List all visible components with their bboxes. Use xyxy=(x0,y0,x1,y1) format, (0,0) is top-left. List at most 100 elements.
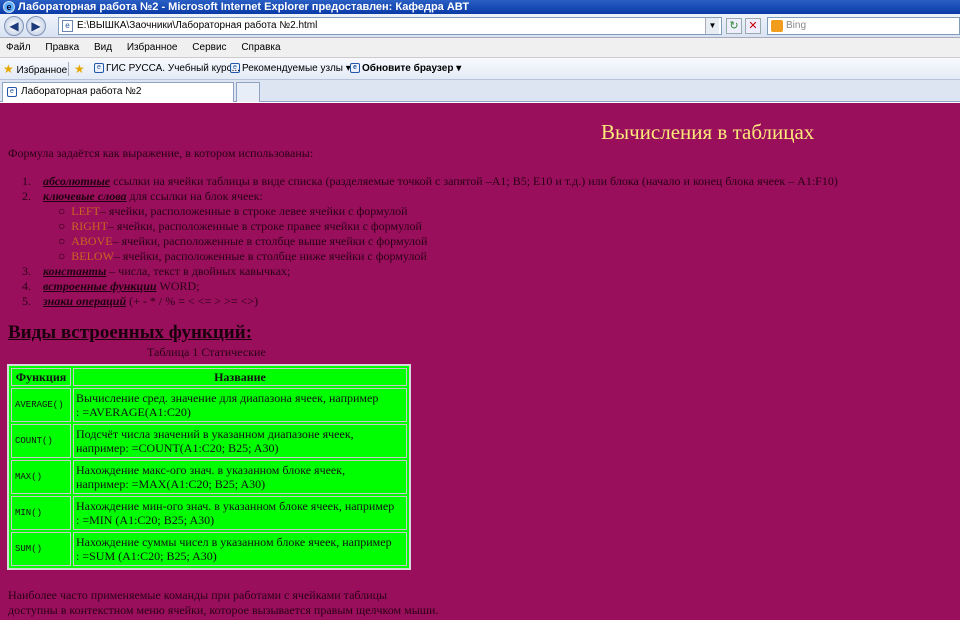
description-line: Нахождение мин-ого знач. в указанном бло… xyxy=(76,499,395,513)
table-row: COUNT() Подсчёт числа значений в указанн… xyxy=(11,424,407,458)
favorites-button[interactable]: ★ Избранное xyxy=(3,58,67,82)
refresh-icon[interactable]: ↻ xyxy=(726,18,742,34)
list-item: 1. абсолютные ссылки на ячейки таблицы в… xyxy=(22,174,838,189)
list-text: WORD; xyxy=(156,279,200,293)
table-row: MAX() Нахождение макс-ого знач. в указан… xyxy=(11,460,407,494)
description-cell: Подсчёт числа значений в указанном диапа… xyxy=(73,424,407,458)
menu-help[interactable]: Справка xyxy=(241,42,280,53)
chevron-down-icon: ▾ xyxy=(456,63,462,74)
list-number: 1. xyxy=(22,174,31,188)
description-line: Нахождение макс-ого знач. в указанном бл… xyxy=(76,463,346,477)
keyword: RIGHT xyxy=(71,219,108,233)
table-row: MIN() Нахождение мин-ого знач. в указанн… xyxy=(11,496,407,530)
address-toolbar: ◀ ▶ e E:\ВЫШКА\Заочники\Лабораторная раб… xyxy=(0,14,960,38)
description-line: Подсчёт числа значений в указанном диапа… xyxy=(76,427,354,441)
list-term: константы xyxy=(43,264,107,278)
description-line: Нахождение суммы чисел в указанном блоке… xyxy=(76,535,392,549)
keyword-text: – ячейки, расположенные в столбце выше я… xyxy=(112,234,428,248)
keyword-item: ○ BELOW– ячейки, расположенные в столбце… xyxy=(58,249,427,264)
function-cell: MIN() xyxy=(11,496,71,530)
bullet: ○ xyxy=(58,204,66,218)
divider xyxy=(68,62,69,76)
section-title: Виды встроенных функций: xyxy=(8,322,253,343)
description-cell: Нахождение мин-ого знач. в указанном бло… xyxy=(73,496,407,530)
stop-icon[interactable]: ✕ xyxy=(745,18,761,34)
table-row: SUM() Нахождение суммы чисел в указанном… xyxy=(11,532,407,566)
description-line: например: =COUNT(A1:C20; B25; A30) xyxy=(76,441,279,455)
description-cell: Нахождение суммы чисел в указанном блоке… xyxy=(73,532,407,566)
function-cell: AVERAGE() xyxy=(11,388,71,422)
description-line: : =MIN (A1:C20; B25; A30) xyxy=(76,513,215,527)
list-item: 3. константы – числа, текст в двойных ка… xyxy=(22,264,290,279)
function-cell: MAX() xyxy=(11,460,71,494)
fav-link-recommended-label: Рекомендуемые узлы xyxy=(242,63,343,74)
footer-text-line: Наиболее часто применяемые команды при р… xyxy=(8,588,388,602)
tab-lab-work[interactable]: e Лабораторная работа №2 xyxy=(2,82,234,102)
keyword-text: – ячейки, расположенные в столбце ниже я… xyxy=(113,249,427,263)
intro-text: Формула задаётся как выражение, в которо… xyxy=(8,146,314,160)
address-bar[interactable]: e E:\ВЫШКА\Заочники\Лабораторная работа … xyxy=(58,17,722,35)
description-cell: Нахождение макс-ого знач. в указанном бл… xyxy=(73,460,407,494)
fav-link-update[interactable]: e Обновите браузер ▾ xyxy=(350,58,461,80)
ie-page-icon: e xyxy=(350,63,360,74)
address-dropdown-button[interactable]: ▼ xyxy=(705,18,719,34)
search-input[interactable]: Bing xyxy=(767,17,960,35)
fav-link-recommended[interactable]: e Рекомендуемые узлы ▾ xyxy=(230,58,351,80)
keyword: LEFT xyxy=(71,204,100,218)
search-placeholder: Bing xyxy=(786,20,807,31)
function-cell: SUM() xyxy=(11,532,71,566)
menu-file[interactable]: Файл xyxy=(6,42,31,53)
bullet: ○ xyxy=(58,219,66,233)
menu-tools[interactable]: Сервис xyxy=(192,42,226,53)
internet-explorer-icon: e xyxy=(3,1,15,13)
tab-label: Лабораторная работа №2 xyxy=(21,86,142,97)
star-icon: ★ xyxy=(3,62,14,76)
keyword-item: ○ LEFT– ячейки, расположенные в строке л… xyxy=(58,204,408,219)
fav-link-gis-label: ГИС РУССА. Учебный курс... xyxy=(106,63,240,74)
keyword-item: ○ ABOVE– ячейки, расположенные в столбце… xyxy=(58,234,427,249)
description-line: : =SUM (A1:C20; B25; A30) xyxy=(76,549,217,563)
back-button[interactable]: ◀ xyxy=(4,16,24,36)
bullet: ○ xyxy=(58,234,66,248)
functions-table: Функция Название AVERAGE() Вычисление ср… xyxy=(7,364,411,570)
address-url: E:\ВЫШКА\Заочники\Лабораторная работа №2… xyxy=(77,20,318,31)
ie-page-icon: e xyxy=(230,63,240,74)
description-line: : =AVERAGE(A1:C20) xyxy=(76,405,191,419)
star-add-icon: ★ xyxy=(74,62,85,76)
table-row: AVERAGE() Вычисление сред. значение для … xyxy=(11,388,407,422)
keyword: BELOW xyxy=(71,249,114,263)
list-number: 5. xyxy=(22,294,31,308)
list-term: встроенные функции xyxy=(43,279,157,293)
page-content: Вычисления в таблицах Формула задаётся к… xyxy=(0,103,960,620)
window-title-bar: e Лабораторная работа №2 - Microsoft Int… xyxy=(0,0,960,14)
list-term: знаки операций xyxy=(43,294,127,308)
list-text: для ссылки на блок ячеек: xyxy=(126,189,263,203)
list-item: 5. знаки операций (+ - * / % = < <= > >=… xyxy=(22,294,258,309)
description-cell: Вычисление сред. значение для диапазона … xyxy=(73,388,407,422)
menu-favorites[interactable]: Избранное xyxy=(127,42,178,53)
ie-page-icon: e xyxy=(7,87,17,97)
menu-bar: Файл Правка Вид Избранное Сервис Справка xyxy=(0,38,960,58)
list-number: 4. xyxy=(22,279,31,293)
new-tab-button[interactable] xyxy=(236,82,260,102)
list-item: 4. встроенные функции WORD; xyxy=(22,279,200,294)
table-header-row: Функция Название xyxy=(11,368,407,386)
forward-button[interactable]: ▶ xyxy=(26,16,46,36)
list-item: 2. ключевые слова для ссылки на блок яче… xyxy=(22,189,263,204)
list-number: 2. xyxy=(22,189,31,203)
fav-link-gis[interactable]: e ГИС РУССА. Учебный курс... xyxy=(94,58,240,80)
tab-bar: e Лабораторная работа №2 xyxy=(0,80,960,102)
add-favorite-icon[interactable]: ★ xyxy=(74,58,85,82)
menu-edit[interactable]: Правка xyxy=(45,42,79,53)
ie-page-icon: e xyxy=(94,63,104,74)
menu-view[interactable]: Вид xyxy=(94,42,112,53)
column-header-name: Название xyxy=(73,368,407,386)
fav-link-update-label: Обновите браузер xyxy=(362,63,454,74)
column-header-function: Функция xyxy=(11,368,71,386)
list-number: 3. xyxy=(22,264,31,278)
list-text: (+ - * / % = < <= > >= <>) xyxy=(126,294,259,308)
description-line: Вычисление сред. значение для диапазона … xyxy=(76,391,379,405)
list-text: ссылки на ячейки таблицы в виде списка (… xyxy=(110,174,838,188)
description-line: например: =MAX(A1:C20; B25; A30) xyxy=(76,477,266,491)
bullet: ○ xyxy=(58,249,66,263)
